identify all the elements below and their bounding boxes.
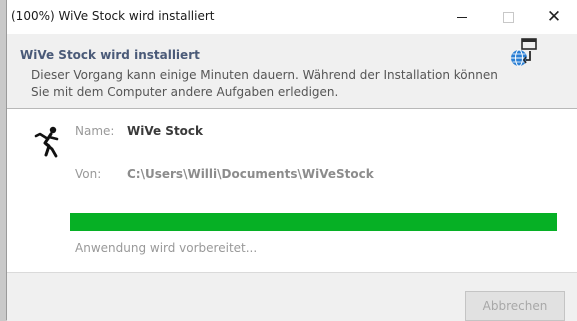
progress-fill	[70, 213, 557, 231]
from-value: C:\Users\Willi\Documents\WiVeStock	[127, 167, 374, 181]
name-value: WiVe Stock	[127, 124, 204, 138]
maximize-icon	[502, 11, 514, 23]
cancel-button[interactable]: Abbrechen	[465, 291, 565, 321]
running-figure-icon	[34, 126, 59, 158]
details-panel: Name: WiVe Stock Von: C:\Users\Willi\Doc…	[7, 109, 577, 272]
name-label: Name:	[75, 124, 115, 138]
minimize-icon	[457, 16, 467, 18]
header-title: WiVe Stock wird installiert	[20, 48, 200, 62]
installer-window: (100%) WiVe Stock wird installiert ✕ WiV…	[6, 0, 577, 321]
progress-bar	[70, 213, 557, 231]
title-bar[interactable]: (100%) WiVe Stock wird installiert ✕	[7, 0, 577, 34]
close-icon: ✕	[546, 7, 562, 27]
footer-panel: Abbrechen	[7, 272, 577, 321]
from-label: Von:	[75, 167, 102, 181]
status-text: Anwendung wird vorbereitet...	[75, 241, 258, 255]
header-panel: WiVe Stock wird installiert Dieser Vorga…	[7, 34, 577, 109]
minimize-button[interactable]	[439, 0, 485, 34]
window-title: (100%) WiVe Stock wird installiert	[11, 9, 215, 23]
close-button[interactable]: ✕	[531, 0, 577, 34]
maximize-button	[485, 0, 531, 34]
network-install-icon	[511, 38, 537, 67]
header-description: Dieser Vorgang kann einige Minuten dauer…	[31, 68, 498, 99]
